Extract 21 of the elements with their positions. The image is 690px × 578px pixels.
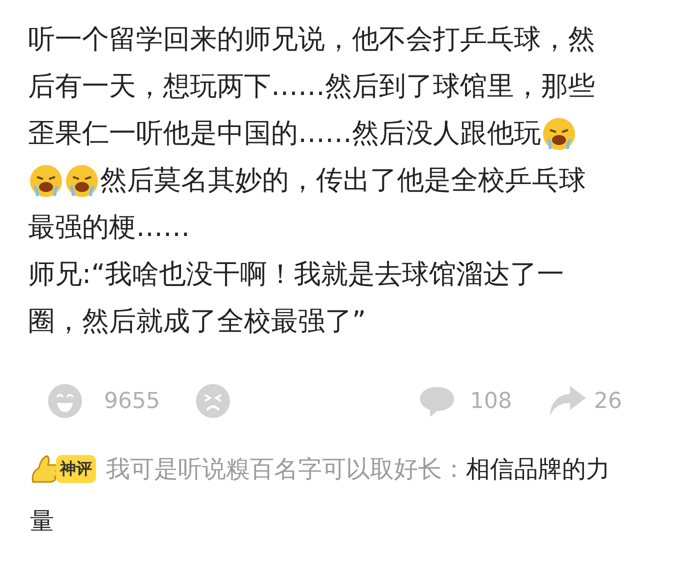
count-text: 108 bbox=[470, 388, 512, 416]
comment-author[interactable]: 我可是听说糗百名字可以取好长： bbox=[106, 443, 466, 495]
crying-emoji-icon bbox=[65, 164, 99, 198]
post-text: 听一个留学回来的师兄说，他不会打乒乓球，然 bbox=[28, 23, 595, 57]
crying-emoji-icon bbox=[542, 116, 576, 150]
post-text: 师兄:“我啥也没干啊！我就是去球馆溜达了一 bbox=[28, 258, 564, 292]
comment-text: 相信品牌的力 bbox=[466, 454, 610, 485]
comment-text: 量 bbox=[30, 506, 54, 537]
share-arrow-icon[interactable] bbox=[548, 386, 586, 416]
laughing-face-icon[interactable] bbox=[48, 384, 82, 418]
count-text: 26 bbox=[594, 388, 622, 416]
post-text: 歪果仁一听他是中国的……然后没人跟他玩 bbox=[28, 117, 541, 151]
post-text: 圈，然后就成了全校最强了” bbox=[28, 305, 366, 339]
count-text: 9655 bbox=[104, 388, 160, 416]
crying-emoji-icon bbox=[29, 164, 63, 198]
post-text: 后有一天，想玩两下……然后到了球馆里，那些 bbox=[28, 70, 595, 104]
comment-icon[interactable] bbox=[420, 384, 454, 418]
post-text: 最强的梗…… bbox=[28, 211, 190, 245]
frowning-face-icon[interactable] bbox=[196, 384, 230, 418]
top-comment-badge: 神评 bbox=[56, 455, 96, 483]
post-text: 然后莫名其妙的，传出了他是全校乒乓球 bbox=[100, 164, 586, 198]
